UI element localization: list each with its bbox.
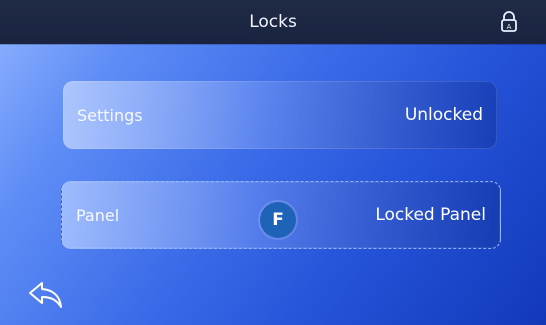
locks-screen: Locks A Settings Unlocked Panel F Locked… bbox=[0, 0, 546, 325]
svg-text:A: A bbox=[507, 23, 512, 31]
f-badge: F bbox=[260, 202, 296, 238]
settings-lock-row[interactable]: Settings Unlocked bbox=[63, 81, 497, 149]
title-bar: Locks A bbox=[0, 0, 546, 44]
panel-status: Locked Panel bbox=[375, 205, 486, 225]
panel-lock-row[interactable]: Panel F Locked Panel bbox=[61, 181, 501, 249]
settings-label: Settings bbox=[77, 105, 143, 125]
settings-status: Unlocked bbox=[404, 105, 483, 125]
lock-icon[interactable]: A bbox=[498, 10, 520, 34]
panel-label: Panel bbox=[76, 205, 120, 225]
back-arrow-icon[interactable] bbox=[26, 279, 66, 311]
page-title: Locks bbox=[249, 12, 297, 32]
